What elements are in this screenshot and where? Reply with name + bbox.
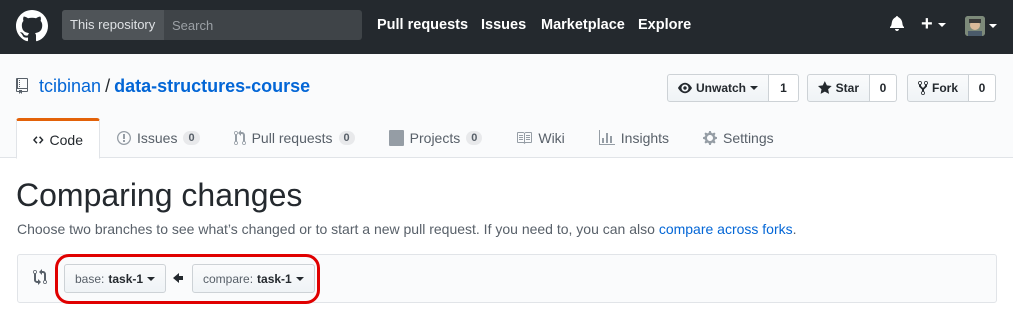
project-icon: [388, 130, 404, 146]
tab-wiki-label: Wiki: [538, 130, 565, 146]
search-input[interactable]: [164, 10, 362, 40]
star-count[interactable]: 0: [870, 74, 897, 102]
git-compare-icon: [33, 269, 47, 285]
nav-explore[interactable]: Explore: [638, 17, 691, 33]
page-title: Comparing changes: [16, 177, 303, 213]
nav-issues[interactable]: Issues: [481, 17, 526, 33]
gear-icon: [703, 131, 718, 145]
repo-owner-link[interactable]: tcibinan: [39, 76, 101, 96]
avatar-chevron-down-icon[interactable]: [989, 24, 997, 28]
projects-counter: 0: [466, 131, 483, 145]
top-header: This repository Pull requests Issues Mar…: [0, 0, 1013, 54]
eye-icon: [678, 82, 692, 94]
nav-marketplace[interactable]: Marketplace: [541, 17, 625, 33]
tab-code-label: Code: [49, 131, 83, 148]
repo-separator: /: [105, 76, 111, 96]
fork-label: Fork: [931, 81, 958, 95]
repo-name-link[interactable]: data-structures-course: [114, 76, 310, 96]
tab-settings[interactable]: Settings: [686, 118, 791, 158]
fork-button[interactable]: Fork: [907, 74, 969, 102]
nav-pull-requests[interactable]: Pull requests: [377, 17, 468, 33]
tab-code[interactable]: Code: [16, 118, 100, 159]
issue-icon: [117, 131, 131, 145]
avatar[interactable]: [965, 16, 985, 36]
avatar-image: [965, 16, 985, 36]
fork-count[interactable]: 0: [969, 74, 996, 102]
tab-issues-label: Issues: [137, 130, 178, 146]
code-icon: [33, 135, 44, 144]
tab-insights[interactable]: Insights: [582, 118, 686, 158]
tab-projects-label: Projects: [409, 130, 461, 146]
chevron-down-icon: [938, 22, 947, 27]
repo-icon: [16, 78, 28, 94]
plus-icon: +: [921, 13, 933, 35]
fork-icon: [918, 81, 928, 95]
description-text: Choose two branches to see what’s change…: [17, 221, 659, 237]
unwatch-button[interactable]: Unwatch: [667, 74, 769, 102]
page-description: Choose two branches to see what’s change…: [17, 221, 797, 237]
star-label: Star: [835, 81, 859, 95]
watch-group: Unwatch 1: [667, 74, 799, 102]
star-icon: [818, 81, 832, 94]
book-icon: [517, 132, 533, 144]
pull-request-icon: [233, 130, 246, 145]
unwatch-label: Unwatch: [695, 81, 746, 95]
compare-across-forks-link[interactable]: compare across forks: [659, 221, 793, 237]
issues-counter: 0: [183, 131, 200, 145]
star-group: Star 0: [807, 74, 897, 102]
repo-nav-tabs: Code Issues 0 Pull requests 0 Projects 0…: [16, 118, 791, 159]
annotation-highlight: [55, 254, 320, 304]
watch-count[interactable]: 1: [769, 74, 799, 102]
tab-issues[interactable]: Issues 0: [100, 118, 217, 158]
graph-icon: [598, 130, 615, 145]
search-scope-label[interactable]: This repository: [62, 10, 164, 40]
tab-pull-requests-label: Pull requests: [251, 130, 333, 146]
create-new-menu[interactable]: +: [921, 13, 947, 36]
tab-projects[interactable]: Projects 0: [372, 118, 500, 158]
pull-requests-counter: 0: [338, 131, 355, 145]
tab-wiki[interactable]: Wiki: [499, 118, 581, 158]
fork-group: Fork 0: [907, 74, 996, 102]
chevron-down-icon: [750, 86, 758, 90]
github-logo-icon[interactable]: [16, 10, 48, 42]
star-button[interactable]: Star: [807, 74, 870, 102]
bell-icon[interactable]: [890, 15, 904, 31]
repo-title: tcibinan / data-structures-course: [16, 76, 310, 97]
search-box: This repository: [62, 10, 362, 40]
tab-pull-requests[interactable]: Pull requests 0: [217, 118, 372, 158]
description-period: .: [792, 221, 797, 237]
tab-settings-label: Settings: [723, 130, 774, 146]
tab-insights-label: Insights: [620, 130, 670, 146]
